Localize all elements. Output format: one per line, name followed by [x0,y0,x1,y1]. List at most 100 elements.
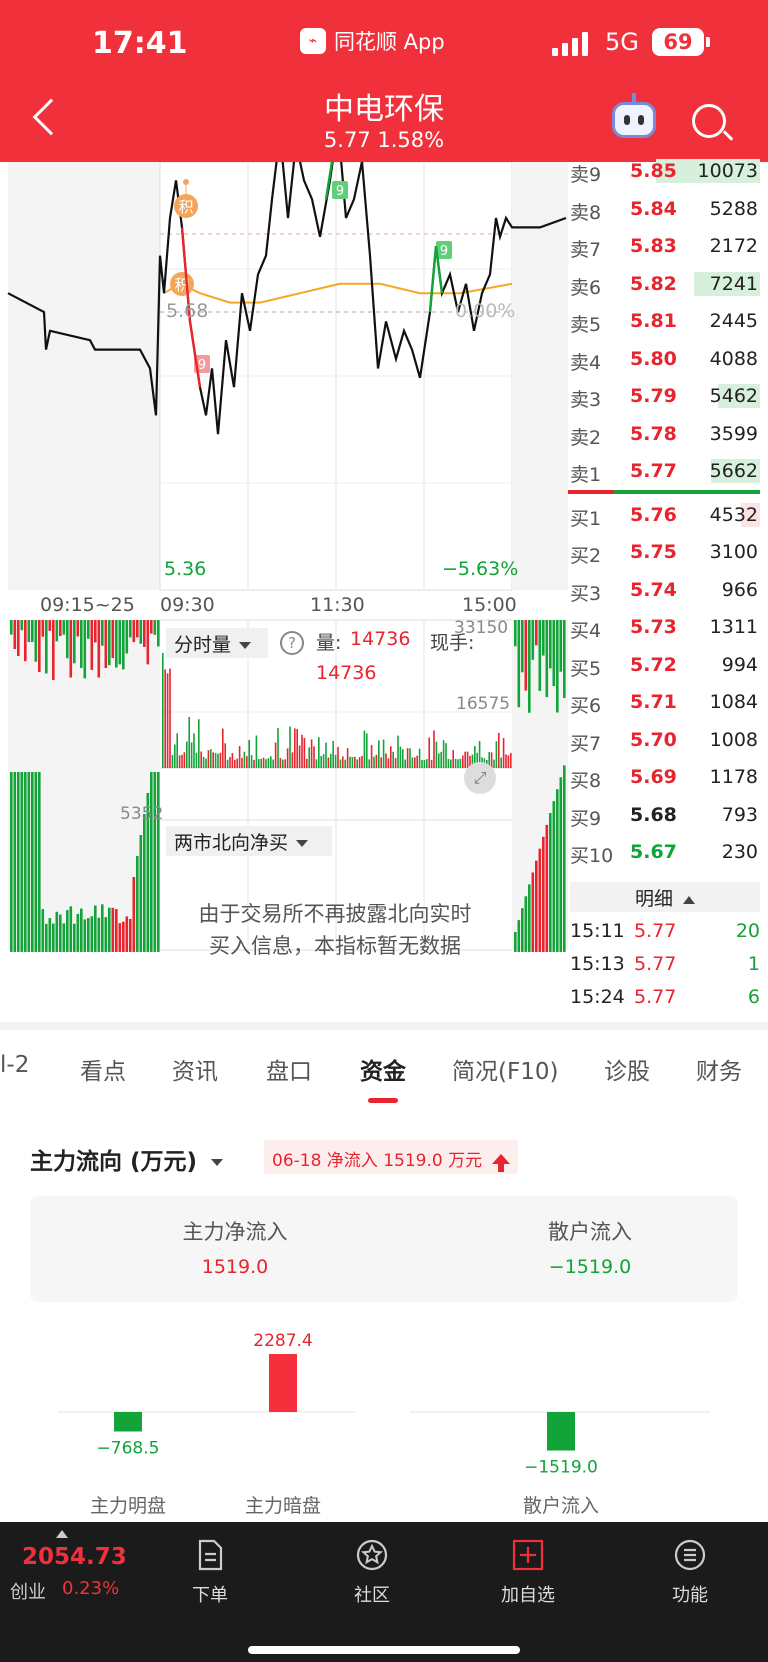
tab-0[interactable]: l-2 [0,1052,29,1078]
header-bar: 17:41 ⌁ 同花顺 App 5G 69 中电环保 5.77 1.58% [0,0,768,162]
order-volume: 994 [721,653,758,676]
volume-max-label: 33150 [454,618,509,638]
order-volume: 7241 [709,272,758,295]
buy-order-row[interactable]: 买2 5.75 3100 [568,533,760,571]
flow-summary-card: 主力净流入 1519.0 散户流入 −1519.0 [30,1196,738,1302]
document-icon [198,1539,223,1571]
trade-volume: 1 [747,953,760,975]
nav-add-watchlist[interactable]: 加自选 [468,1532,588,1607]
order-level-label: 买10 [570,845,614,867]
chevron-down-icon [211,1159,224,1166]
volume-value: 14736 [350,628,411,650]
flow-bar-label: 主力明盘 [90,1495,166,1517]
flow-bar-label: 散户流入 [523,1495,599,1517]
ref-price-label: 5.68 [166,300,209,322]
sell-order-row[interactable]: 卖6 5.82 7241 [568,265,760,303]
tab-4[interactable]: 资金 [360,1052,406,1086]
order-price: 5.84 [630,197,677,220]
time-tick-close: 15:00 [462,594,517,616]
order-level-label: 卖1 [570,464,602,486]
buy-order-row[interactable]: 买8 5.69 1178 [568,758,760,796]
order-level-label: 卖3 [570,389,602,411]
northbound-message: 由于交易所不再披露北向实时 买入信息，本指标暂无数据 [160,898,510,962]
tab-1[interactable]: 看点 [80,1052,126,1086]
nav-functions[interactable]: 功能 [630,1532,750,1607]
buy-order-row[interactable]: 买7 5.70 1008 [568,721,760,759]
nav-community-label: 社区 [354,1585,390,1606]
buy-order-row[interactable]: 买1 5.76 4532 [568,496,760,534]
sell-order-row[interactable]: 卖4 5.80 4088 [568,340,760,378]
sell-order-row[interactable]: 卖7 5.83 2172 [568,227,760,265]
buy-order-row[interactable]: 买5 5.72 994 [568,646,760,684]
trade-row: 15:13 5.77 1 [570,953,760,983]
nav-functions-label: 功能 [672,1585,708,1606]
sell-order-row[interactable]: 卖2 5.78 3599 [568,415,760,453]
order-level-label: 买9 [570,807,602,830]
tab-2[interactable]: 资讯 [172,1052,218,1086]
flow-bar-value: −1519.0 [524,1458,598,1478]
volume-label: 量: [316,632,342,654]
intraday-chart[interactable]: 积积999 [0,162,568,1012]
tab-7[interactable]: 财务 [696,1052,742,1086]
nine-marker: 9 [332,181,348,199]
tab-5[interactable]: 简况(F10) [452,1052,558,1086]
help-icon[interactable]: ? [280,631,304,655]
northbound-message-line2: 买入信息，本指标暂无数据 [209,934,461,958]
order-volume: 966 [721,578,758,601]
volume-selector[interactable]: 分时量 [166,628,268,658]
app-label[interactable]: ⌁ 同花顺 App [300,26,445,56]
sell-order-row[interactable]: 卖5 5.81 2445 [568,302,760,340]
flow-title[interactable]: 主力流向 (万元) [30,1142,224,1176]
order-price: 5.75 [630,541,677,563]
order-volume: 1178 [709,766,758,788]
northbound-selector[interactable]: 两市北向净买 [166,826,332,856]
low-price-label: 5.36 [164,558,207,580]
buy-order-row[interactable]: 买3 5.74 966 [568,571,760,609]
pre-volume-label: 5352 [120,804,164,824]
sell-order-row[interactable]: 卖8 5.84 5288 [568,190,760,228]
order-price: 5.78 [630,422,677,445]
trade-time: 15:24 [570,986,625,1008]
flow-bar [269,1354,297,1412]
order-volume: 2445 [709,310,758,332]
search-icon[interactable] [692,104,726,138]
nav-order[interactable]: 下单 [150,1532,270,1607]
home-indicator[interactable] [248,1646,520,1654]
nav-order-label: 下单 [192,1585,228,1606]
order-volume: 4088 [709,347,758,370]
sell-order-row[interactable]: 卖3 5.79 5462 [568,377,760,415]
order-volume: 5288 [709,197,758,220]
sell-order-row[interactable]: 卖9 5.85 10073 [568,152,760,190]
buy-order-row[interactable]: 买6 5.71 1084 [568,683,760,721]
trade-price: 5.77 [634,920,677,942]
menu-icon [674,1539,706,1571]
tab-6[interactable]: 诊股 [604,1052,650,1086]
trade-volume: 20 [735,920,760,942]
trade-time: 15:13 [570,953,625,975]
nav-community[interactable]: 社区 [312,1532,432,1607]
battery-icon: 69 [652,28,710,56]
robot-assistant-icon[interactable] [612,93,656,138]
expand-icon[interactable]: ⤢ [464,762,496,794]
low-pct-label: −5.63% [442,558,519,580]
svg-text:9: 9 [440,244,448,259]
order-volume: 10073 [697,160,758,182]
order-book[interactable]: 卖9 5.85 10073 卖8 5.84 5288 卖7 5.83 2172 卖6 5.82 724… [568,152,760,871]
sell-order-row[interactable]: 卖1 5.77 5662 [568,452,760,490]
tab-bar[interactable]: l-2 看点 资讯 盘口 资金 简况(F10) 诊股 财务 [0,1052,768,1092]
buy-order-row[interactable]: 买9 5.68 793 [568,796,760,834]
order-price: 5.80 [630,347,677,370]
order-price: 5.70 [630,728,677,751]
section-divider [0,1022,768,1030]
volume-value-2: 14736 [316,662,377,684]
order-volume: 1311 [709,616,758,638]
index-value[interactable]: 2054.73 [22,1544,127,1570]
flow-bar-value: 2287.4 [253,1331,312,1351]
buy-order-row[interactable]: 买10 5.67 230 [568,833,760,871]
order-price: 5.81 [630,310,677,332]
flow-title-text: 主力流向 (万元) [30,1149,198,1175]
detail-toggle[interactable]: 明细 [570,882,760,912]
flow-bar [114,1412,142,1432]
buy-order-row[interactable]: 买4 5.73 1311 [568,608,760,646]
tab-3[interactable]: 盘口 [266,1052,312,1086]
